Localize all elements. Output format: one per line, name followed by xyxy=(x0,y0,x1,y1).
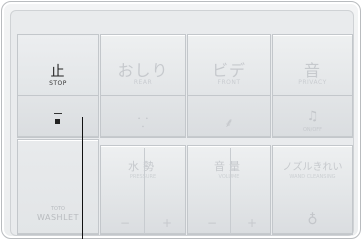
front-label-area: ビデ FRONT xyxy=(188,35,270,96)
front-button[interactable]: ビデ FRONT ⸙ xyxy=(187,34,271,138)
rear-label-en: REAR xyxy=(133,79,153,86)
brand-logo-top: TOTO xyxy=(51,206,65,212)
wand-clean-label-jp: ノズルきれい xyxy=(282,162,343,173)
rear-label-jp: おしり xyxy=(117,61,169,80)
pressure-divider xyxy=(144,148,145,234)
stop-label-jp: 止 xyxy=(50,64,66,80)
stop-square-icon xyxy=(55,119,60,124)
wand-clean-label-en: WAND CLEANSING xyxy=(289,174,336,180)
music-note-icon: ♫ xyxy=(306,109,319,124)
bidet-icon: ⸙ xyxy=(224,116,234,131)
volume-minus-button[interactable]: − xyxy=(198,216,226,230)
volume-label-jp: 音量 xyxy=(214,160,244,173)
front-label-jp: ビデ xyxy=(211,61,246,80)
spray-icon: ⸪ xyxy=(137,116,149,131)
pressure-minus-button[interactable]: − xyxy=(111,216,139,230)
remote-control-panel: 止 STOP おしり REAR ⸪ ビデ FRONT ⸙ 音 PRIVACY ♫… xyxy=(1,1,361,239)
stop-label-en: STOP xyxy=(49,80,67,87)
privacy-label-jp: 音 xyxy=(303,61,321,80)
volume-label-en: VOLUME xyxy=(218,174,240,180)
volume-plus-button[interactable]: + xyxy=(238,216,266,230)
button-area: 止 STOP おしり REAR ⸪ ビデ FRONT ⸙ 音 PRIVACY ♫… xyxy=(10,10,354,236)
volume-control: 音量 VOLUME − + xyxy=(187,145,271,235)
front-label-en: FRONT xyxy=(217,79,241,86)
wand-clean-icon: ♁ xyxy=(307,212,318,228)
rear-button[interactable]: おしり REAR ⸪ xyxy=(100,34,186,138)
rear-label-area: おしり REAR xyxy=(101,35,185,96)
pressure-label-jp: 水勢 xyxy=(128,160,158,173)
pressure-label-en: PRESSURE xyxy=(129,174,157,180)
stop-square-icon xyxy=(54,113,62,114)
privacy-onoff-label: ON/OFF xyxy=(302,127,323,133)
stop-label-area: 止 STOP xyxy=(18,35,98,96)
wand-clean-button[interactable]: ノズルきれい WAND CLEANSING ♁ xyxy=(272,145,353,235)
pointer-line xyxy=(82,117,83,239)
volume-divider xyxy=(230,148,231,234)
privacy-label-en: PRIVACY xyxy=(298,79,327,86)
privacy-label-area: 音 PRIVACY xyxy=(273,35,352,96)
brand-area: TOTO WASHLET xyxy=(17,139,99,235)
brand-logo: WASHLET xyxy=(37,213,79,222)
privacy-button[interactable]: 音 PRIVACY ♫ ON/OFF xyxy=(272,34,353,138)
stop-button[interactable]: 止 STOP xyxy=(17,34,99,138)
pressure-control: 水勢 PRESSURE − + xyxy=(100,145,186,235)
pressure-plus-button[interactable]: + xyxy=(153,216,181,230)
